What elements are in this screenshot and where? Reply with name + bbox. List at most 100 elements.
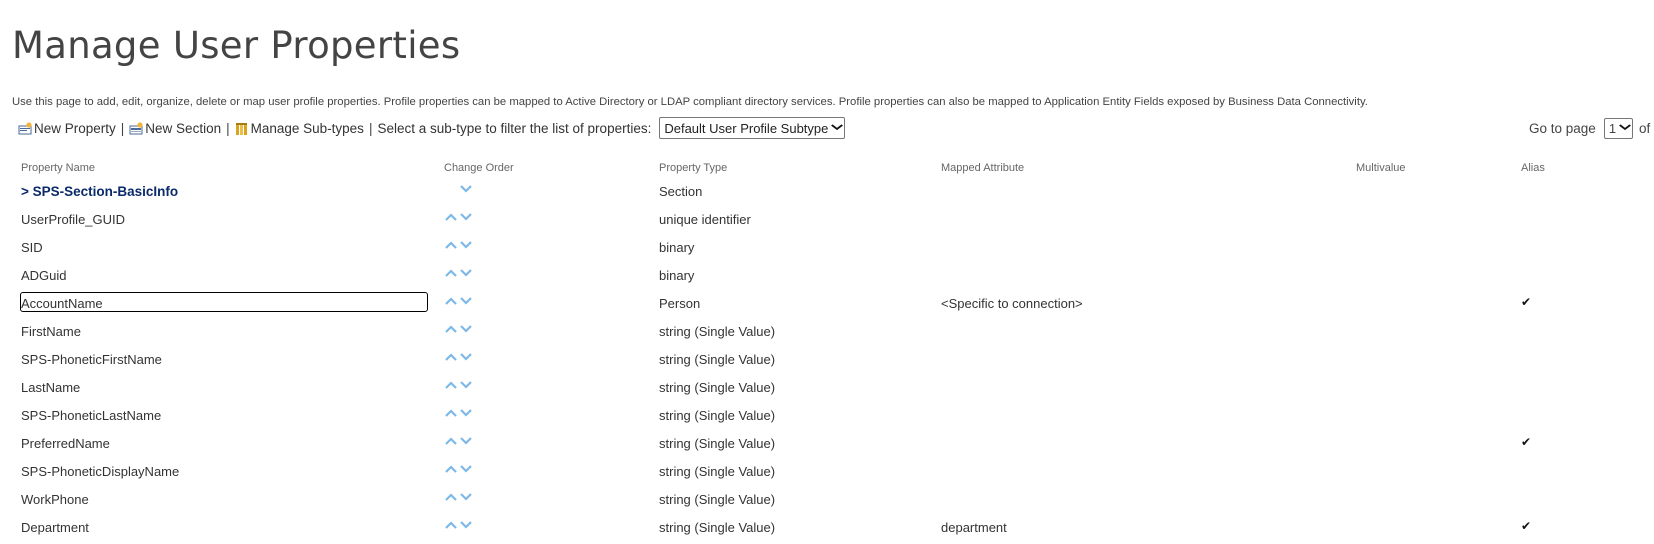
manage-subtypes-icon: [235, 122, 250, 135]
property-type: string (Single Value): [659, 352, 776, 367]
property-type: string (Single Value): [659, 408, 776, 423]
property-type: string (Single Value): [659, 380, 776, 395]
move-down-icon[interactable]: [459, 352, 473, 364]
new-section-button[interactable]: New Section: [129, 121, 221, 136]
property-name-link[interactable]: SPS-PhoneticFirstName: [21, 352, 162, 367]
column-header-property-type: Property Type: [659, 162, 728, 174]
new-property-label: New Property: [34, 120, 116, 136]
property-name-link[interactable]: SPS-PhoneticLastName: [21, 408, 161, 423]
alias-check-icon: ✔: [1521, 435, 1532, 449]
property-name-link[interactable]: AccountName: [21, 296, 103, 311]
chevron-down-icon: [1619, 123, 1632, 134]
move-up-icon[interactable]: [444, 520, 458, 532]
table-row: ADGuid binary: [0, 262, 1654, 290]
toolbar: New Property | New Section | Manage Sub-…: [18, 117, 846, 139]
page-description: Use this page to add, edit, organize, de…: [12, 96, 1368, 108]
move-down-icon[interactable]: [459, 324, 473, 336]
move-down-icon[interactable]: [459, 240, 473, 252]
table-row: WorkPhone string (Single Value): [0, 486, 1654, 514]
move-down-icon[interactable]: [459, 380, 473, 392]
table-row: PreferredName string (Single Value) ✔: [0, 430, 1654, 458]
property-name-link[interactable]: PreferredName: [21, 436, 110, 451]
move-up-icon[interactable]: [444, 352, 458, 364]
subtype-selected-value: Default User Profile Subtype: [664, 120, 829, 136]
move-up-icon[interactable]: [444, 492, 458, 504]
property-name-link[interactable]: UserProfile_GUID: [21, 212, 125, 227]
property-type: Section: [659, 184, 703, 199]
table-row: FirstName string (Single Value): [0, 318, 1654, 346]
property-type: binary: [659, 268, 695, 283]
new-property-icon: [18, 121, 33, 135]
change-order-controls: [444, 240, 476, 254]
property-name-link[interactable]: SID: [21, 240, 43, 255]
pager-of-label: of: [1639, 120, 1651, 136]
move-up-icon[interactable]: [444, 212, 458, 224]
pager: Go to page 1 of: [1529, 117, 1651, 139]
table-row: AccountName Person <Specific to connection…: [0, 290, 1654, 318]
property-type: string (Single Value): [659, 520, 776, 535]
move-up-icon[interactable]: [444, 268, 458, 280]
property-type: binary: [659, 240, 695, 255]
column-header-mapped-attribute: Mapped Attribute: [941, 162, 1025, 174]
move-up-icon[interactable]: [444, 436, 458, 448]
property-name-link[interactable]: FirstName: [21, 324, 81, 339]
change-order-controls: [444, 296, 476, 310]
move-down-icon[interactable]: [459, 492, 473, 504]
change-order-controls: [444, 464, 476, 478]
move-down-icon[interactable]: [459, 520, 473, 532]
change-order-controls: [444, 324, 476, 338]
change-order-controls: [444, 184, 476, 198]
change-order-controls: [444, 492, 476, 506]
toolbar-separator: |: [368, 120, 373, 136]
new-property-button[interactable]: New Property: [18, 121, 116, 136]
subtype-filter-label: Select a sub-type to filter the list of …: [377, 120, 652, 136]
toolbar-separator: |: [120, 120, 125, 136]
property-name-link[interactable]: Department: [21, 520, 89, 535]
change-order-controls: [444, 268, 476, 282]
move-up-icon[interactable]: [444, 324, 458, 336]
move-down-icon[interactable]: [459, 296, 473, 308]
toolbar-separator: |: [226, 120, 230, 136]
table-row: > SPS-Section-BasicInfo Section: [0, 178, 1654, 206]
move-down-icon[interactable]: [459, 184, 473, 196]
go-to-page-label: Go to page: [1529, 120, 1596, 136]
manage-subtypes-label: Manage Sub-types: [250, 120, 364, 136]
property-type: string (Single Value): [659, 436, 776, 451]
change-order-controls: [444, 436, 476, 450]
mapped-attribute: department: [941, 520, 1007, 535]
section-link[interactable]: > SPS-Section-BasicInfo: [21, 184, 178, 199]
table-row: SPS-PhoneticFirstName string (Single Valu…: [0, 346, 1654, 374]
property-name-link[interactable]: WorkPhone: [21, 492, 89, 507]
table-row: UserProfile_GUID unique identifier: [0, 206, 1654, 234]
move-down-icon[interactable]: [459, 464, 473, 476]
manage-subtypes-button[interactable]: Manage Sub-types: [235, 121, 364, 136]
alias-check-icon: ✔: [1521, 295, 1532, 309]
page-title: Manage User Properties: [12, 24, 461, 67]
move-up-icon[interactable]: [444, 464, 458, 476]
move-up-icon[interactable]: [444, 240, 458, 252]
move-down-icon[interactable]: [459, 268, 473, 280]
new-section-label: New Section: [145, 120, 222, 136]
page-select[interactable]: 1: [1603, 117, 1634, 139]
new-section-icon: [129, 121, 144, 135]
mapped-attribute: <Specific to connection>: [941, 296, 1083, 311]
table-row: Department string (Single Value) departmen…: [0, 514, 1654, 542]
move-down-icon[interactable]: [459, 436, 473, 448]
table-row: SID binary: [0, 234, 1654, 262]
property-type: unique identifier: [659, 212, 751, 227]
change-order-controls: [444, 408, 476, 422]
move-down-icon[interactable]: [459, 212, 473, 224]
subtype-select[interactable]: Default User Profile Subtype: [659, 117, 846, 139]
move-up-icon[interactable]: [444, 408, 458, 420]
property-name-link[interactable]: SPS-PhoneticDisplayName: [21, 464, 179, 479]
change-order-controls: [444, 380, 476, 394]
property-name-link[interactable]: ADGuid: [21, 268, 67, 283]
property-type: string (Single Value): [659, 492, 776, 507]
property-name-link[interactable]: LastName: [21, 380, 80, 395]
move-up-icon[interactable]: [444, 380, 458, 392]
move-down-icon[interactable]: [459, 408, 473, 420]
column-header-multivalue: Multivalue: [1356, 162, 1406, 174]
move-up-icon[interactable]: [444, 296, 458, 308]
chevron-down-icon: [831, 123, 844, 134]
change-order-controls: [444, 520, 476, 534]
